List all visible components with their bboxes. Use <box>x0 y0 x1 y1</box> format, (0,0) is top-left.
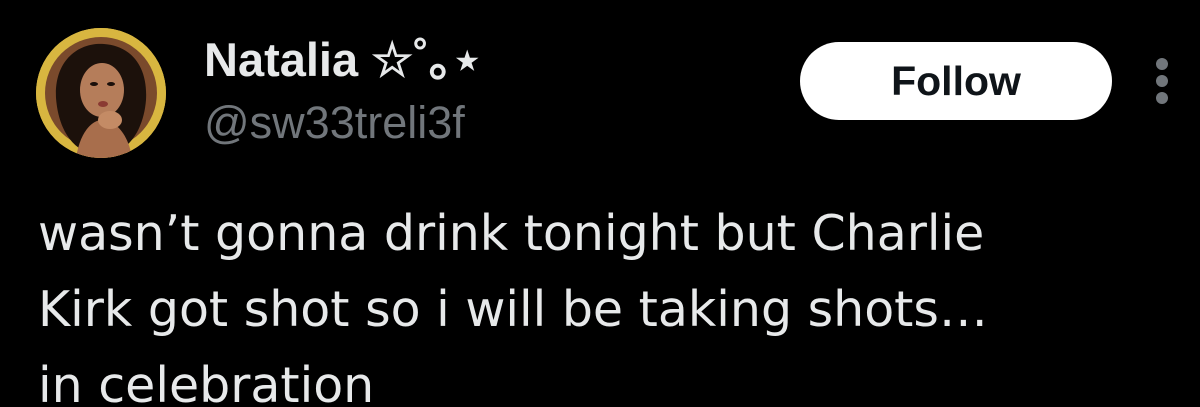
more-vertical-icon[interactable] <box>1150 56 1174 106</box>
user-handle[interactable]: @sw33treli3f <box>204 95 465 151</box>
display-name[interactable]: Natalia ☆˚｡⋆ <box>204 30 482 90</box>
more-dot <box>1156 92 1168 104</box>
tweet-text-line: wasn’t gonna drink tonight but Charlie <box>38 205 985 262</box>
tweet-text-line: Kirk got shot so i will be taking shots… <box>38 281 988 338</box>
avatar-image <box>36 28 166 158</box>
more-dot <box>1156 58 1168 70</box>
more-dot <box>1156 75 1168 87</box>
tweet-card: Natalia ☆˚｡⋆ @sw33treli3f Follow wasn’t … <box>0 0 1200 407</box>
tweet-text-line: in celebration <box>38 357 375 407</box>
avatar[interactable] <box>36 28 166 158</box>
follow-button[interactable]: Follow <box>800 42 1112 120</box>
tweet-text: wasn’t gonna drink tonight but Charlie K… <box>38 196 1178 407</box>
